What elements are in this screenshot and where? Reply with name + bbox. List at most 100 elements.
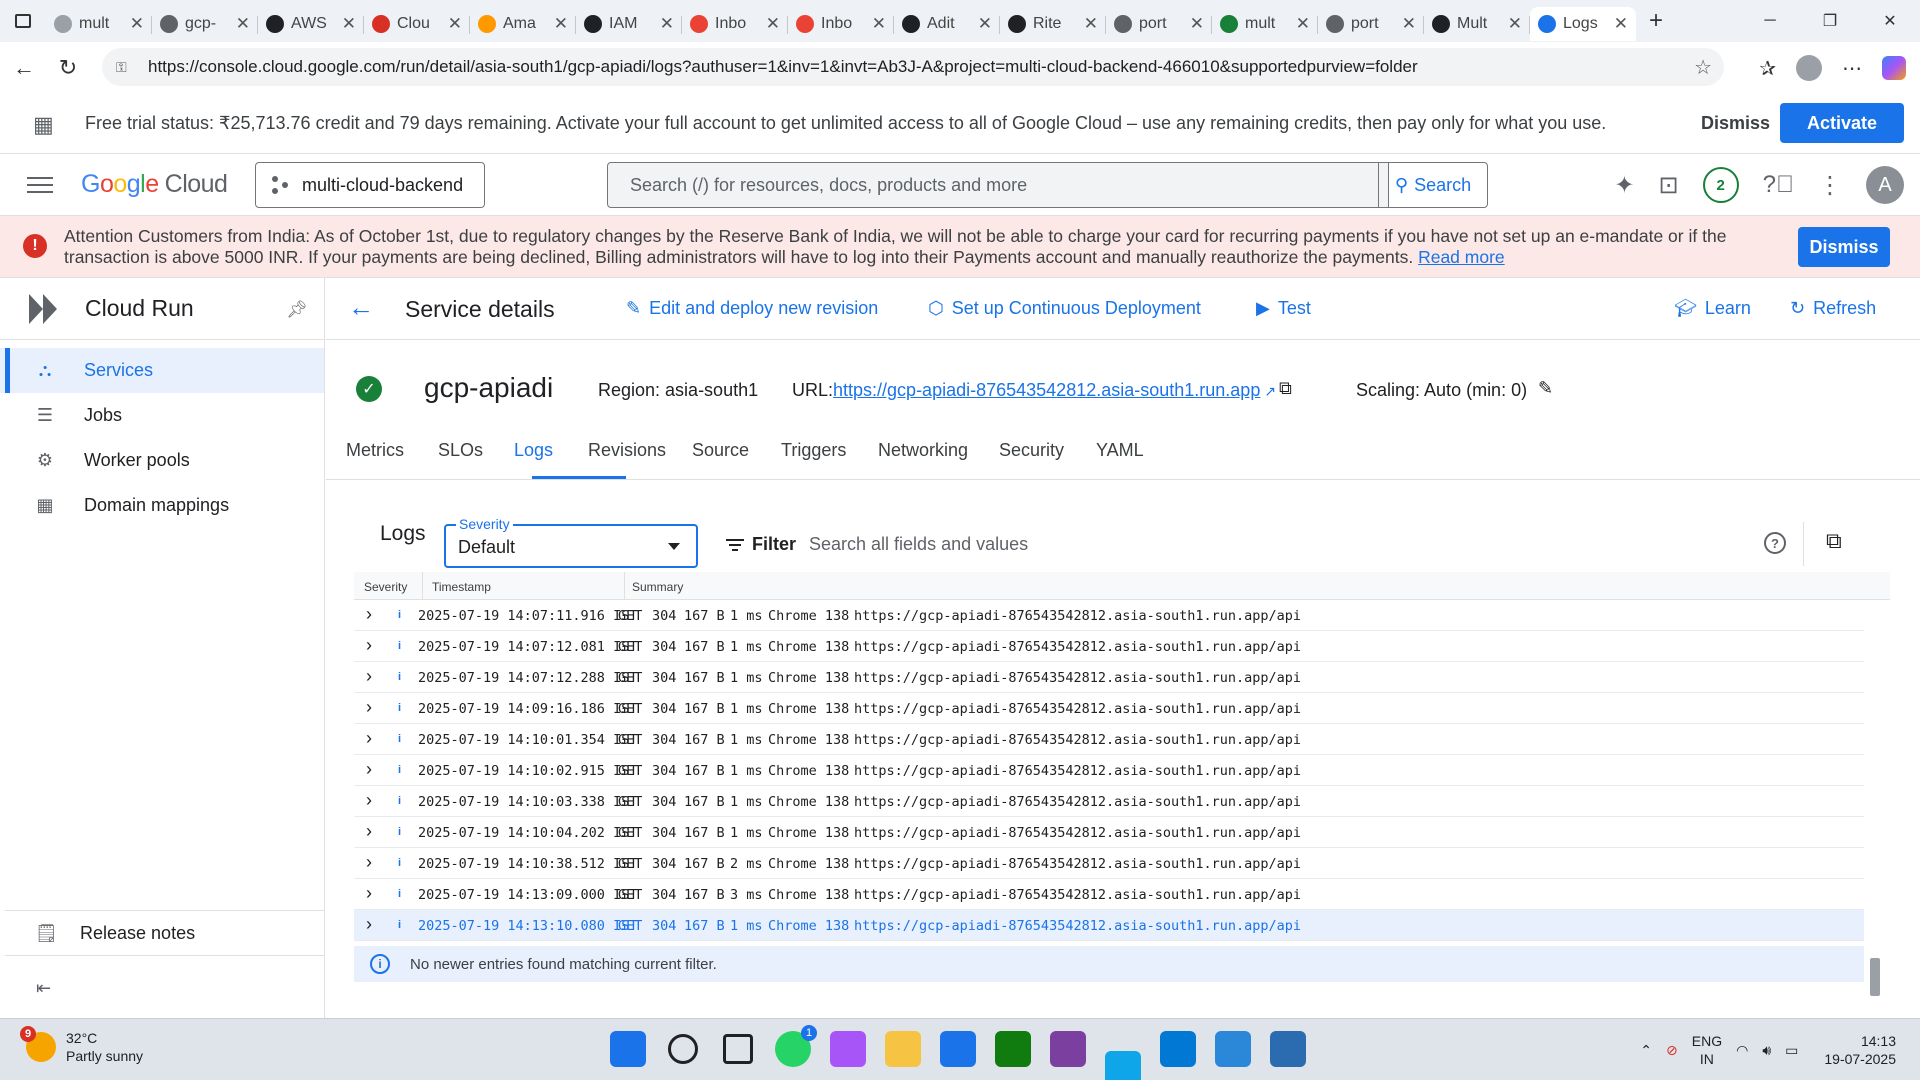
vscode-icon[interactable] xyxy=(1160,1031,1196,1067)
sidebar-item-jobs[interactable]: ☰ Jobs xyxy=(0,393,324,438)
more-options-icon[interactable]: ⋮ xyxy=(1818,171,1842,200)
expand-chevron-icon[interactable]: › xyxy=(366,852,372,873)
tab-networking[interactable]: Networking xyxy=(878,440,968,461)
tab-close-icon[interactable]: ✕ xyxy=(1190,14,1204,34)
tab-logs[interactable]: Logs xyxy=(514,440,553,461)
expand-chevron-icon[interactable]: › xyxy=(366,666,372,687)
edit-deploy-button[interactable]: ✎ Edit and deploy new revision xyxy=(626,298,878,319)
tab-slos[interactable]: SLOs xyxy=(438,440,483,461)
trial-dismiss-button[interactable]: Dismiss xyxy=(1701,113,1770,134)
expand-chevron-icon[interactable]: › xyxy=(366,697,372,718)
tab-close-icon[interactable]: ✕ xyxy=(660,14,674,34)
search-input[interactable]: Search (/) for resources, docs, products… xyxy=(607,162,1389,208)
tab-close-icon[interactable]: ✕ xyxy=(1296,14,1310,34)
notepad-icon[interactable] xyxy=(1215,1031,1251,1067)
back-arrow-icon[interactable]: ← xyxy=(348,292,374,323)
table-row[interactable]: › i 2025-07-19 14:07:12.288 IST GET 304 167 B… xyxy=(354,662,1864,693)
security-icon[interactable]: ⊘ xyxy=(1666,1042,1678,1059)
paint-icon[interactable] xyxy=(1270,1031,1306,1067)
volume-icon[interactable]: 🔊︎ xyxy=(1762,1042,1771,1059)
browser-tab[interactable]: Ama ✕ xyxy=(470,7,576,41)
attention-dismiss-button[interactable]: Dismiss xyxy=(1798,227,1890,267)
activate-button[interactable]: Activate xyxy=(1780,103,1904,143)
filter-input[interactable]: Search all fields and values xyxy=(809,534,1028,555)
store-icon[interactable] xyxy=(940,1031,976,1067)
expand-chevron-icon[interactable]: › xyxy=(366,759,372,780)
table-row[interactable]: › i 2025-07-19 14:13:09.000 IST GET 304 167 B… xyxy=(354,879,1864,910)
task-view-icon[interactable] xyxy=(723,1034,753,1064)
table-row[interactable]: › i 2025-07-19 14:13:10.080 IST GET 304 167 B… xyxy=(354,910,1864,941)
tab-close-icon[interactable]: ✕ xyxy=(554,14,568,34)
copilot-icon[interactable] xyxy=(830,1031,866,1067)
sidebar-item-domain-mappings[interactable]: ▦ Domain mappings xyxy=(0,483,324,528)
browser-tab[interactable]: IAM ✕ xyxy=(576,7,682,41)
copy-icon[interactable]: ⧉ xyxy=(1279,378,1292,399)
collapse-sidebar-icon[interactable]: ⇤ xyxy=(36,978,51,999)
favorites-icon[interactable]: ✰ xyxy=(1759,56,1776,81)
test-button[interactable]: ▶ Test xyxy=(1256,298,1311,319)
browser-tab[interactable]: AWS ✕ xyxy=(258,7,364,41)
expand-chevron-icon[interactable]: › xyxy=(366,883,372,904)
back-button[interactable]: ← xyxy=(2,46,46,90)
tab-close-icon[interactable]: ✕ xyxy=(766,14,780,34)
browser-tab[interactable]: Adit ✕ xyxy=(894,7,1000,41)
table-row[interactable]: › i 2025-07-19 14:07:12.081 IST GET 304 167 B… xyxy=(354,631,1864,662)
tab-yaml[interactable]: YAML xyxy=(1096,440,1144,461)
tab-close-icon[interactable]: ✕ xyxy=(236,14,250,34)
browser-tab[interactable]: Clou ✕ xyxy=(364,7,470,41)
url-field[interactable]: ⚿ https://console.cloud.google.com/run/d… xyxy=(102,48,1724,86)
favorite-star-icon[interactable]: ☆ xyxy=(1694,55,1712,80)
minimize-icon[interactable]: ─ xyxy=(1740,0,1800,42)
close-window-icon[interactable]: ✕ xyxy=(1860,0,1920,42)
search-icon[interactable] xyxy=(668,1034,698,1064)
file-explorer-icon[interactable] xyxy=(885,1031,921,1067)
tab-metrics[interactable]: Metrics xyxy=(346,440,404,461)
filter-button[interactable]: Filter xyxy=(726,534,796,555)
project-picker-button[interactable]: multi-cloud-backend xyxy=(255,162,485,208)
tab-close-icon[interactable]: ✕ xyxy=(1508,14,1522,34)
maximize-icon[interactable]: ❐ xyxy=(1800,0,1860,42)
open-in-logs-explorer-icon[interactable]: ⧉ xyxy=(1826,528,1842,554)
site-info-icon[interactable]: ⚿ xyxy=(116,59,140,76)
reload-button[interactable]: ↻ xyxy=(46,46,90,90)
table-row[interactable]: › i 2025-07-19 14:09:16.186 IST GET 304 167 B… xyxy=(354,693,1864,724)
expand-chevron-icon[interactable]: › xyxy=(366,914,372,935)
refresh-button[interactable]: ↻ Refresh xyxy=(1790,298,1876,319)
hamburger-menu-icon[interactable] xyxy=(27,172,53,198)
clock[interactable]: 14:13 19-07-2025 xyxy=(1824,1032,1896,1068)
severity-select[interactable]: Severity Default xyxy=(444,516,698,568)
table-scrollbar[interactable] xyxy=(1870,958,1880,996)
tab-revisions[interactable]: Revisions xyxy=(588,440,666,461)
tab-close-icon[interactable]: ✕ xyxy=(130,14,144,34)
tab-triggers[interactable]: Triggers xyxy=(781,440,846,461)
expand-chevron-icon[interactable]: › xyxy=(366,728,372,749)
copilot-icon[interactable] xyxy=(1882,56,1906,80)
continuous-deployment-button[interactable]: ⬡ Set up Continuous Deployment xyxy=(928,298,1201,319)
new-tab-button[interactable]: + xyxy=(1636,4,1676,38)
weather-widget[interactable]: 9 32°C Partly sunny xyxy=(20,1026,143,1065)
tab-close-icon[interactable]: ✕ xyxy=(1402,14,1416,34)
notifications-badge[interactable]: 2 xyxy=(1702,167,1739,203)
browser-tab[interactable]: port ✕ xyxy=(1106,7,1212,41)
cloud-shell-icon[interactable]: ⊡ xyxy=(1659,171,1679,200)
expand-chevron-icon[interactable]: › xyxy=(366,821,372,842)
browser-tab[interactable]: gcp- ✕ xyxy=(152,7,258,41)
wifi-icon[interactable]: ◠ xyxy=(1736,1042,1748,1059)
release-notes-link[interactable]: 🗒︎ Release notes xyxy=(5,910,325,956)
edit-scaling-icon[interactable]: ✎ xyxy=(1538,378,1553,399)
learn-button[interactable]: 🎓︎ Learn xyxy=(1674,298,1751,319)
account-avatar[interactable]: A xyxy=(1866,166,1904,204)
show-hidden-icons-chevron-icon[interactable]: ⌃ xyxy=(1640,1042,1652,1059)
read-more-link[interactable]: Read more xyxy=(1418,247,1505,267)
tab-close-icon[interactable]: ✕ xyxy=(978,14,992,34)
tab-close-icon[interactable]: ✕ xyxy=(448,14,462,34)
browser-profile-avatar[interactable] xyxy=(1796,55,1822,81)
help-icon[interactable]: ?⃝ xyxy=(1763,171,1794,199)
language-indicator[interactable]: ENG IN xyxy=(1692,1032,1722,1068)
app-icon[interactable] xyxy=(1050,1031,1086,1067)
table-row[interactable]: › i 2025-07-19 14:10:38.512 IST GET 304 167 B… xyxy=(354,848,1864,879)
search-button[interactable]: ⚲ Search xyxy=(1378,162,1488,208)
browser-tab[interactable]: Rite ✕ xyxy=(1000,7,1106,41)
browser-tab[interactable]: Inbo ✕ xyxy=(682,7,788,41)
table-row[interactable]: › i 2025-07-19 14:10:01.354 IST GET 304 167 B… xyxy=(354,724,1864,755)
